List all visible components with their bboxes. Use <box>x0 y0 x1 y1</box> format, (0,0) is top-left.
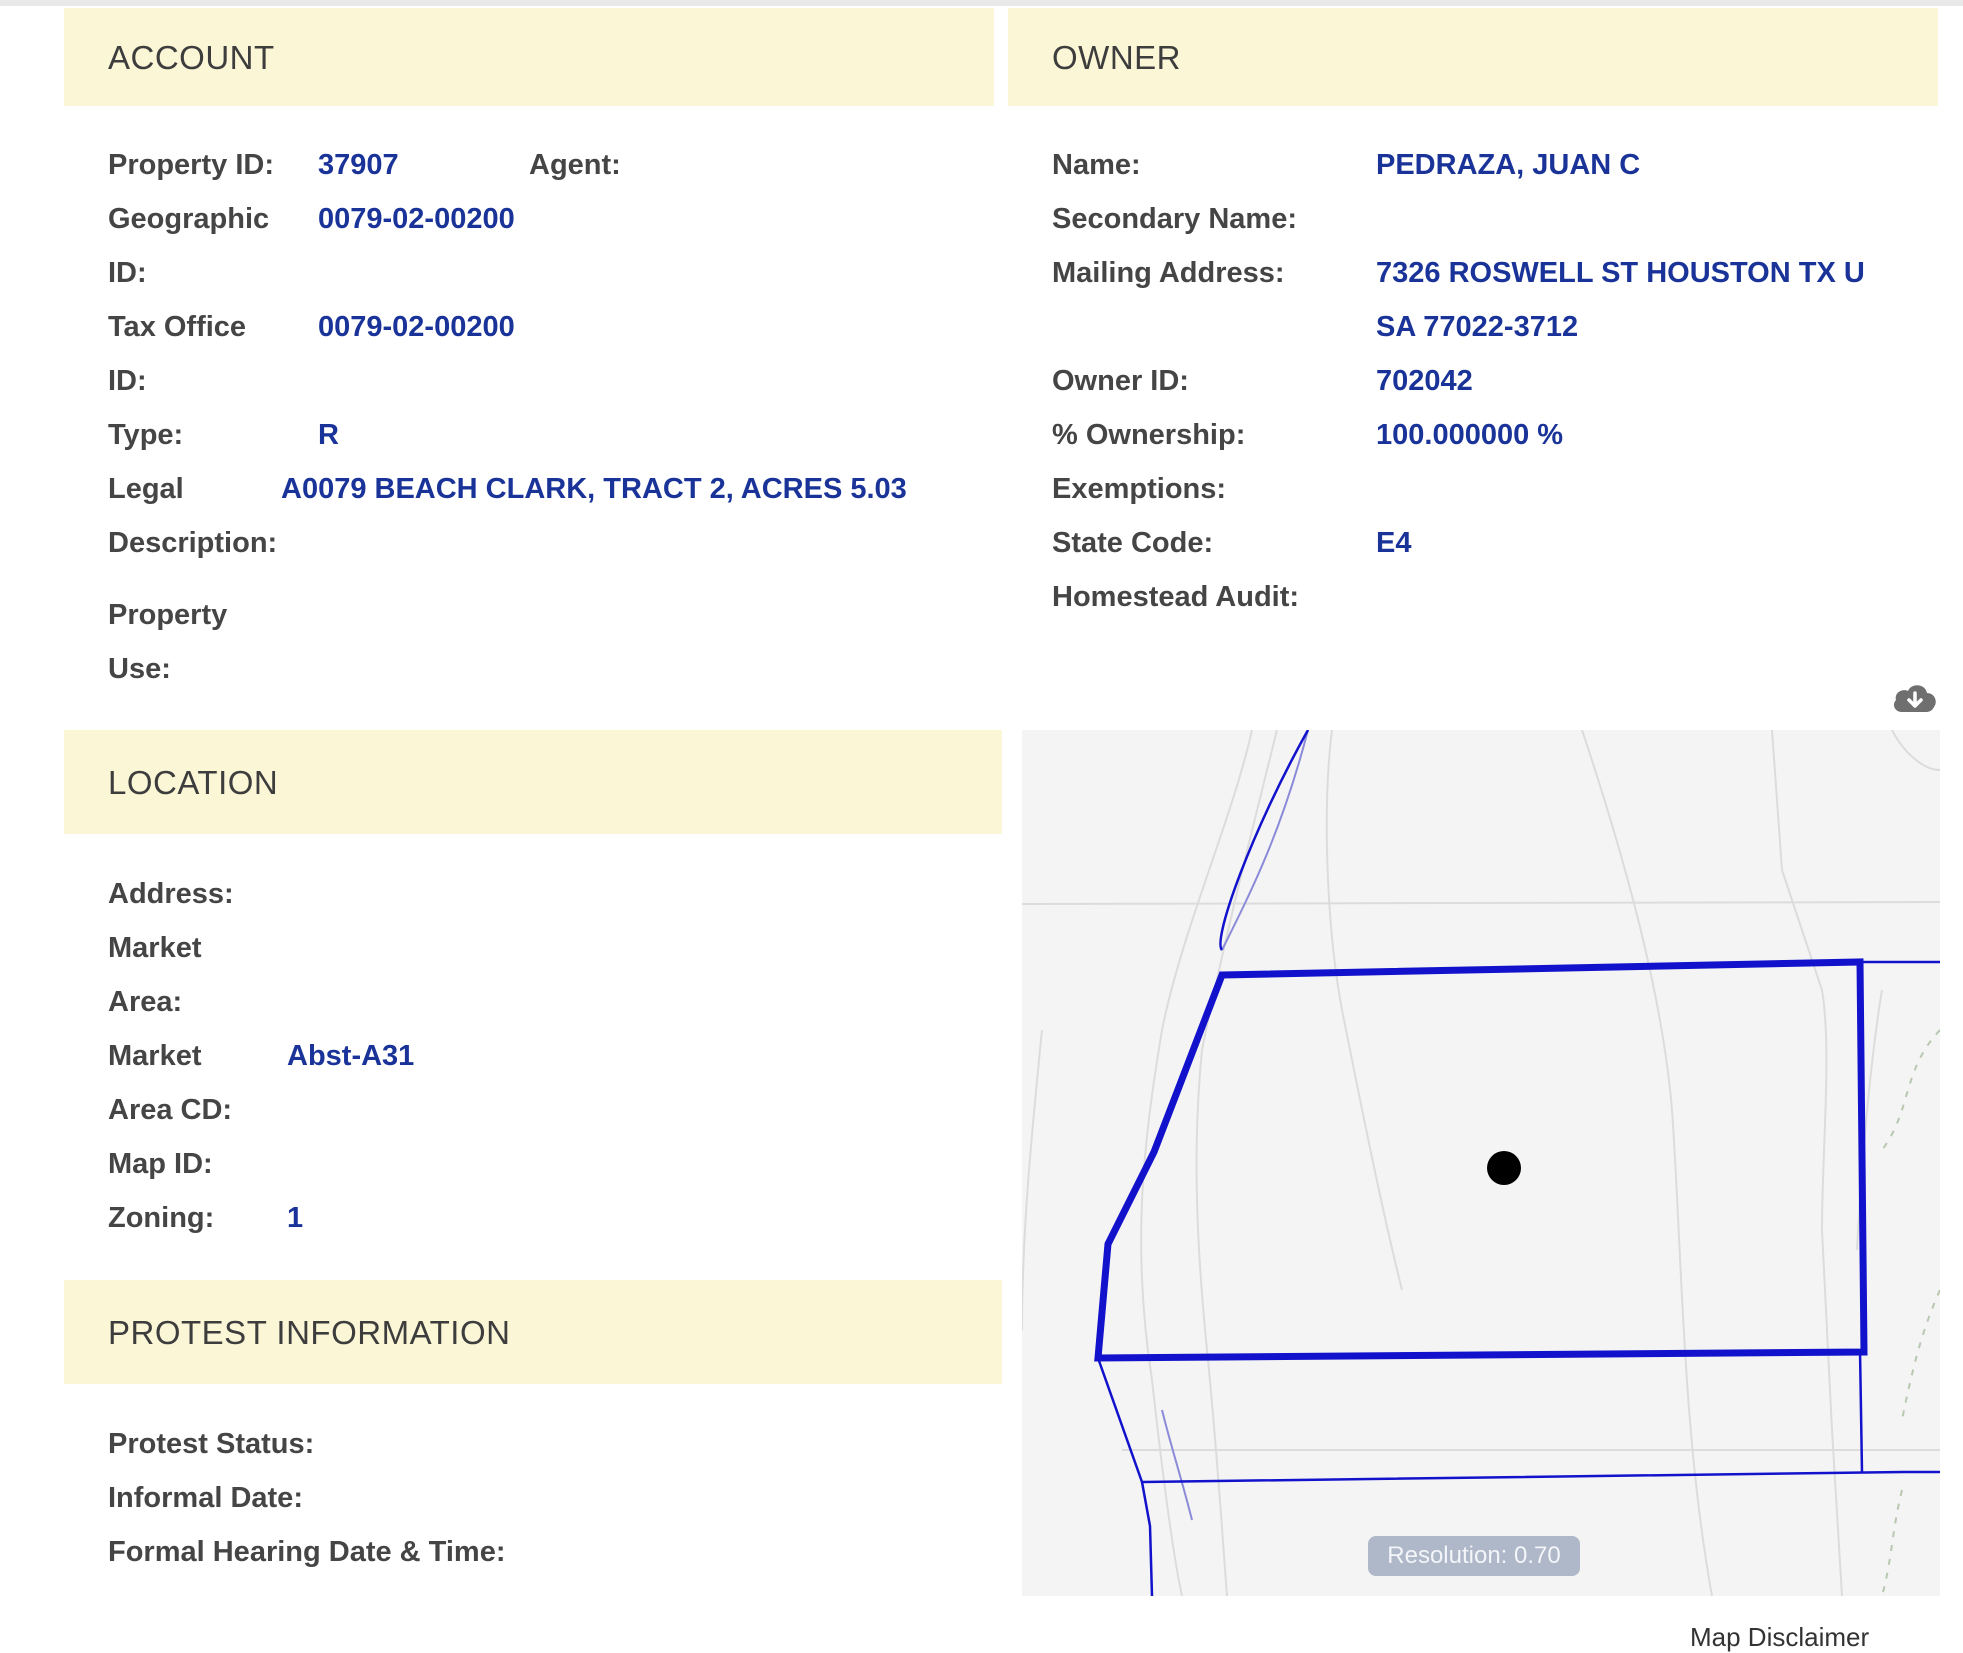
mailing-address-line1[interactable]: 7326 ROSWELL ST HOUSTON TX U <box>1376 255 1865 291</box>
type-label: Type: <box>108 419 184 451</box>
tax-office-id-label-2: ID: <box>108 365 147 397</box>
account-header: ACCOUNT <box>64 8 994 106</box>
protest-header-title: PROTEST INFORMATION <box>108 1313 511 1351</box>
zoning-label: Zoning: <box>108 1202 215 1234</box>
legal-description-value[interactable]: A0079 BEACH CLARK, TRACT 2, ACRES 5.03 <box>281 471 907 507</box>
protest-status-label: Protest Status: <box>108 1428 315 1460</box>
owner-name-value[interactable]: PEDRAZA, JUAN C <box>1376 147 1640 183</box>
zoning-value[interactable]: 1 <box>287 1200 303 1236</box>
market-area-cd-label-1: Market <box>108 1040 202 1072</box>
market-area-label-1: Market <box>108 932 202 964</box>
type-value[interactable]: R <box>318 417 339 453</box>
cloud-download-icon[interactable] <box>1890 680 1940 716</box>
account-header-title: ACCOUNT <box>108 38 275 76</box>
owner-header-title: OWNER <box>1052 38 1181 76</box>
location-header-title: LOCATION <box>108 763 279 801</box>
owner-header: OWNER <box>1008 8 1938 106</box>
ownership-label: % Ownership: <box>1052 419 1246 451</box>
parcel-map[interactable]: Resolution: 0.70 <box>1022 730 1940 1596</box>
location-header: LOCATION <box>64 730 1002 834</box>
exemptions-label: Exemptions: <box>1052 473 1227 505</box>
ownership-value[interactable]: 100.000000 % <box>1376 417 1563 453</box>
map-disclaimer-link[interactable]: Map Disclaimer <box>1690 1622 1869 1653</box>
map-minor-lines <box>1161 730 1309 1521</box>
geographic-id-label-2: ID: <box>108 257 147 289</box>
state-code-value[interactable]: E4 <box>1376 525 1411 561</box>
mailing-address-label: Mailing Address: <box>1052 257 1285 289</box>
owner-id-value[interactable]: 702042 <box>1376 363 1473 399</box>
property-use-label-2: Use: <box>108 653 171 685</box>
tax-office-id-label-1: Tax Office <box>108 311 247 343</box>
legal-description-label-2: Description: <box>108 527 278 559</box>
agent-label: Agent: <box>529 149 621 181</box>
map-contour-lines <box>1022 730 1940 1596</box>
map-id-label: Map ID: <box>108 1148 213 1180</box>
parcel-center-marker <box>1487 1151 1521 1185</box>
mailing-address-line2[interactable]: SA 77022-3712 <box>1376 309 1578 345</box>
homestead-audit-label: Homestead Audit: <box>1052 581 1300 613</box>
geographic-id-value[interactable]: 0079-02-00200 <box>318 201 515 237</box>
property-id-value[interactable]: 37907 <box>318 147 399 183</box>
property-id-label: Property ID: <box>108 149 274 181</box>
address-label: Address: <box>108 878 234 910</box>
property-use-label-1: Property <box>108 599 228 631</box>
owner-id-label: Owner ID: <box>1052 365 1189 397</box>
owner-name-label: Name: <box>1052 149 1141 181</box>
market-area-cd-label-2: Area CD: <box>108 1094 233 1126</box>
resolution-badge: Resolution: 0.70 <box>1368 1536 1580 1576</box>
market-area-label-2: Area: <box>108 986 183 1018</box>
protest-header: PROTEST INFORMATION <box>64 1280 1002 1384</box>
map-dashed-lines <box>1881 1029 1940 1596</box>
legal-description-label-1: Legal <box>108 473 184 505</box>
state-code-label: State Code: <box>1052 527 1214 559</box>
top-border <box>0 0 1963 6</box>
formal-hearing-label: Formal Hearing Date & Time: <box>108 1536 506 1568</box>
market-area-cd-value[interactable]: Abst-A31 <box>287 1038 414 1074</box>
tax-office-id-value[interactable]: 0079-02-00200 <box>318 309 515 345</box>
subject-parcel-outline[interactable] <box>1094 958 1868 1362</box>
geographic-id-label-1: Geographic <box>108 203 270 235</box>
informal-date-label: Informal Date: <box>108 1482 303 1514</box>
secondary-name-label: Secondary Name: <box>1052 203 1297 235</box>
